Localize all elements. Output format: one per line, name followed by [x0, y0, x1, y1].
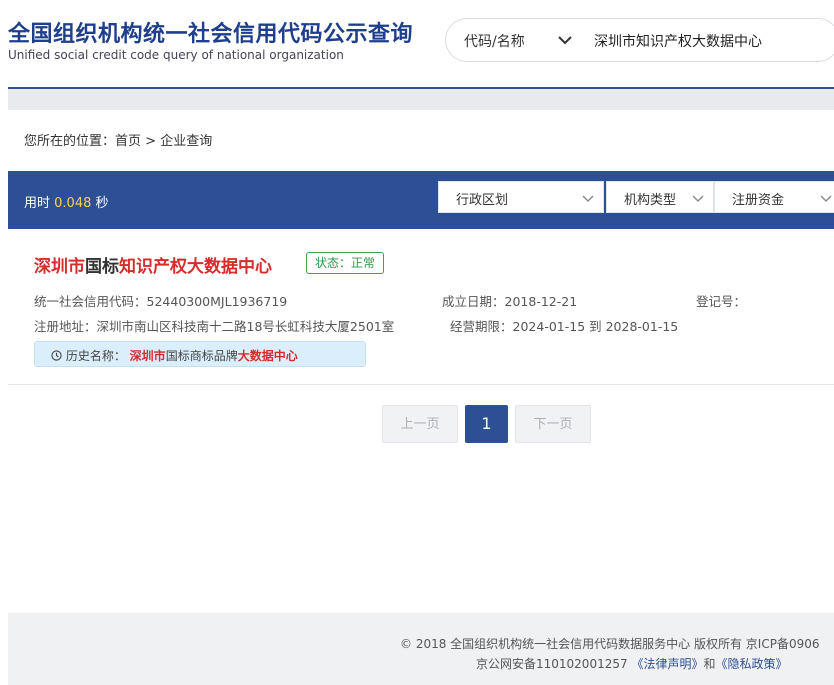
legal-notice-link[interactable]: 《法律声明》	[631, 657, 703, 671]
next-page-button[interactable]: 下一页	[515, 405, 591, 443]
filter-region-label: 行政区划	[456, 193, 509, 208]
address-field: 注册地址：深圳市南山区科技南十二路18号长虹科技大厦2501室	[34, 316, 394, 335]
established-field: 成立日期：2018-12-21	[442, 291, 577, 310]
period-field: 经营期限：2024-01-15 到 2028-01-15	[450, 316, 678, 335]
clock-icon	[51, 349, 66, 363]
page-1-button[interactable]: 1	[465, 405, 508, 443]
site-subtitle: Unified social credit code query of nati…	[8, 48, 344, 62]
credit-code-label: 统一社会信用代码：	[34, 294, 147, 309]
query-time-value: 0.048	[54, 196, 92, 211]
credit-code-value: 52440300MJL1936719	[146, 294, 288, 309]
site-title[interactable]: 全国组织机构统一社会信用代码公示查询	[8, 16, 413, 48]
footer-copyright: © 2018 全国组织机构统一社会信用代码数据服务中心 版权所有 京ICP备09…	[400, 637, 820, 651]
breadcrumb-separator: >	[141, 134, 161, 149]
company-name-link[interactable]: 深圳市国标知识产权大数据中心	[34, 252, 272, 277]
filter-org-type[interactable]: 机构类型	[606, 181, 714, 213]
status-badge: 状态：正常	[306, 252, 385, 274]
chevron-down-icon	[691, 191, 705, 209]
history-name-part: 国标商标品牌	[165, 349, 238, 363]
prev-page-button[interactable]: 上一页	[382, 405, 458, 443]
query-time: 用时 0.048 秒	[24, 192, 109, 211]
period-label: 经营期限：	[450, 319, 513, 334]
footer-and: 和	[703, 657, 716, 671]
company-name-part: 国标	[85, 257, 119, 277]
credit-code-field: 统一社会信用代码：52440300MJL1936719	[34, 291, 287, 310]
result-item: 深圳市国标知识产权大数据中心 状态：正常 统一社会信用代码：52440300MJ…	[8, 238, 834, 385]
reg-no-field: 登记号：	[696, 291, 746, 310]
footer-links: 京公网安备110102001257 《法律声明》和《隐私政策》	[476, 655, 788, 672]
filter-capital-label: 注册资金	[732, 193, 785, 208]
breadcrumb-current: 企业查询	[160, 134, 213, 149]
company-name-part: 知识产权大数据中心	[119, 257, 272, 277]
result-toolbar: 用时 0.048 秒 行政区划 机构类型 注册资金	[8, 171, 834, 229]
footer-beian: 京公网安备110102001257	[476, 657, 628, 671]
breadcrumb-home-link[interactable]: 首页	[115, 134, 141, 149]
site-header: 全国组织机构统一社会信用代码公示查询 Unified social credit…	[0, 0, 834, 88]
address-label: 注册地址：	[34, 319, 97, 334]
query-time-unit: 秒	[95, 196, 109, 211]
history-label: 历史名称：	[65, 349, 126, 363]
chevron-down-icon	[819, 191, 833, 209]
breadcrumb-prefix: 您所在的位置：	[24, 134, 116, 149]
address-value: 深圳市南山区科技南十二路18号长虹科技大厦2501室	[96, 319, 395, 334]
nav-strip	[8, 89, 834, 110]
history-name-box: 历史名称： 深圳市国标商标品牌大数据中心	[34, 341, 366, 367]
query-time-label: 用时	[24, 196, 51, 211]
search-type-select[interactable]: 代码/名称	[464, 31, 525, 51]
search-input[interactable]: 深圳市知识产权大数据中心	[594, 31, 762, 51]
chevron-down-icon[interactable]	[556, 31, 574, 49]
established-value: 2018-12-21	[504, 294, 578, 309]
history-name-part: 大数据中心	[237, 349, 298, 363]
established-label: 成立日期：	[442, 294, 505, 309]
filter-capital[interactable]: 注册资金	[714, 181, 834, 213]
company-name-part: 深圳市	[34, 257, 85, 277]
filter-org-type-label: 机构类型	[624, 193, 677, 208]
period-value: 2024-01-15 到 2028-01-15	[512, 319, 679, 334]
history-name-part: 深圳市	[129, 349, 166, 363]
privacy-policy-link[interactable]: 《隐私政策》	[715, 657, 787, 671]
chevron-down-icon	[581, 191, 595, 209]
filter-region[interactable]: 行政区划	[438, 181, 604, 213]
search-box[interactable]: 代码/名称 深圳市知识产权大数据中心	[445, 18, 834, 62]
reg-no-label: 登记号：	[696, 294, 747, 309]
breadcrumb: 您所在的位置：首页 > 企业查询	[24, 130, 212, 149]
site-footer: © 2018 全国组织机构统一社会信用代码数据服务中心 版权所有 京ICP备09…	[8, 613, 834, 685]
